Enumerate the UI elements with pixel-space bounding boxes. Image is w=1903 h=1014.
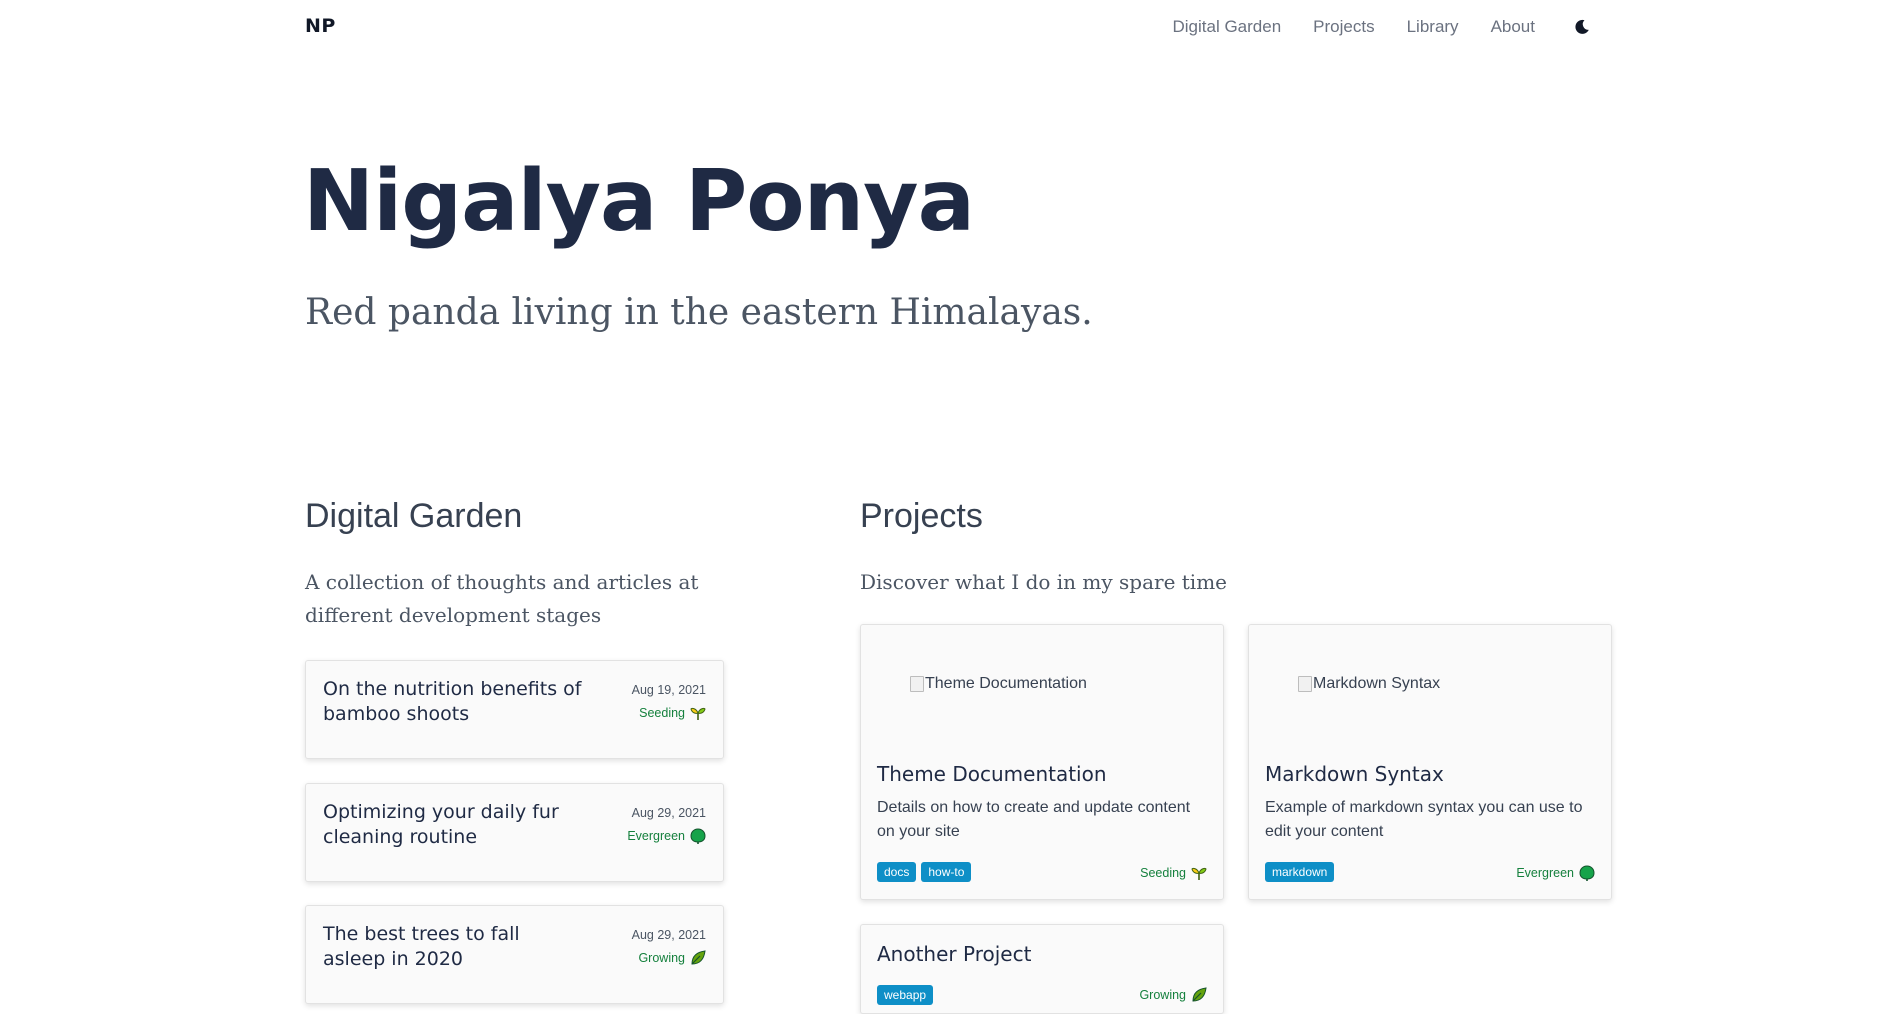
project-title: Another Project bbox=[877, 942, 1032, 966]
leaf-icon bbox=[691, 950, 706, 965]
projects-description: Discover what I do in my spare time bbox=[860, 570, 1228, 594]
nav-projects[interactable]: Projects bbox=[1313, 17, 1374, 37]
stage-badge: Seeding bbox=[1140, 865, 1207, 881]
note-card[interactable]: On the nutrition benefits of bamboo shoo… bbox=[305, 660, 724, 759]
project-image: Theme Documentation bbox=[910, 675, 1087, 693]
project-description: Details on how to create and update cont… bbox=[877, 799, 1191, 840]
broken-image-icon bbox=[910, 676, 924, 692]
stage-label: Evergreen bbox=[627, 829, 685, 843]
note-date: Aug 29, 2021 bbox=[631, 806, 706, 820]
project-title: Theme Documentation bbox=[877, 762, 1107, 786]
stage-label: Seeding bbox=[639, 706, 685, 720]
stage-label: Growing bbox=[1139, 988, 1186, 1002]
stage-label: Growing bbox=[638, 951, 685, 965]
note-title: On the nutrition benefits of bamboo shoo… bbox=[323, 678, 582, 725]
site-logo[interactable]: NP bbox=[305, 15, 336, 37]
tag-docs[interactable]: docs bbox=[877, 862, 917, 882]
evergreen-icon bbox=[690, 828, 706, 844]
stage-badge: Evergreen bbox=[1516, 865, 1595, 881]
note-title: Optimizing your daily fur cleaning routi… bbox=[323, 801, 559, 848]
note-date: Aug 19, 2021 bbox=[631, 683, 706, 697]
tag-webapp[interactable]: webapp bbox=[877, 985, 934, 1005]
leaf-icon bbox=[1192, 987, 1207, 1002]
stage-badge: Growing bbox=[638, 950, 706, 966]
note-date: Aug 29, 2021 bbox=[631, 928, 706, 942]
projects-title[interactable]: Projects bbox=[860, 497, 983, 536]
tag-list: markdown bbox=[1265, 862, 1339, 882]
project-card[interactable]: Markdown Syntax Markdown Syntax Example … bbox=[1248, 624, 1612, 900]
image-alt-text: Theme Documentation bbox=[925, 675, 1087, 692]
nav-library[interactable]: Library bbox=[1407, 17, 1459, 37]
stage-label: Seeding bbox=[1140, 866, 1186, 880]
garden-description: A collection of thoughts and articles at… bbox=[305, 570, 699, 627]
broken-image-icon bbox=[1298, 676, 1312, 692]
tag-how-to[interactable]: how-to bbox=[921, 862, 972, 882]
project-title: Markdown Syntax bbox=[1265, 762, 1444, 786]
project-card[interactable]: Theme Documentation Theme Documentation … bbox=[860, 624, 1224, 900]
dark-mode-toggle[interactable] bbox=[1571, 16, 1593, 38]
page: NP Digital Garden Projects Library About… bbox=[0, 0, 1903, 1014]
moon-icon bbox=[1575, 19, 1589, 34]
note-card[interactable]: Optimizing your daily fur cleaning routi… bbox=[305, 783, 724, 882]
stage-badge: Seeding bbox=[639, 705, 706, 721]
image-alt-text: Markdown Syntax bbox=[1313, 675, 1441, 692]
stage-badge: Growing bbox=[1139, 987, 1207, 1003]
project-description: Example of markdown syntax you can use t… bbox=[1265, 799, 1583, 840]
nav-about[interactable]: About bbox=[1491, 17, 1535, 37]
hero-subtitle: Red panda living in the eastern Himalaya… bbox=[305, 292, 1093, 333]
evergreen-icon bbox=[1579, 865, 1595, 881]
stage-badge: Evergreen bbox=[627, 828, 706, 844]
project-image: Markdown Syntax bbox=[1298, 675, 1440, 693]
note-card[interactable]: The best trees to fall asleep in 2020 Au… bbox=[305, 905, 724, 1004]
nav-digital-garden[interactable]: Digital Garden bbox=[1173, 17, 1282, 37]
tag-list: docs how-to bbox=[877, 862, 976, 882]
garden-title[interactable]: Digital Garden bbox=[305, 497, 522, 536]
stage-label: Evergreen bbox=[1516, 866, 1574, 880]
seedling-icon bbox=[1191, 868, 1207, 880]
main-nav: Digital Garden Projects Library About bbox=[1141, 16, 1594, 38]
tag-list: webapp bbox=[877, 985, 938, 1005]
tag-markdown[interactable]: markdown bbox=[1265, 862, 1335, 882]
note-title: The best trees to fall asleep in 2020 bbox=[323, 923, 520, 970]
seedling-icon bbox=[690, 708, 706, 720]
hero-title: Nigalya Ponya bbox=[303, 152, 975, 251]
project-card[interactable]: Another Project webapp Growing bbox=[860, 924, 1224, 1014]
